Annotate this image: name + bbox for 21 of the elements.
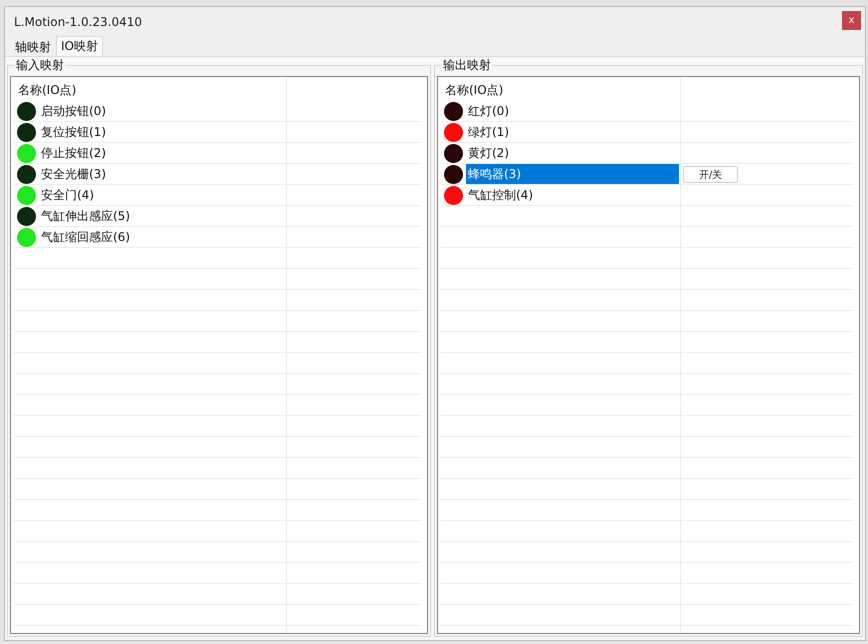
column-header: 名称(IO点) [17, 82, 76, 99]
toggle-button[interactable]: 开/关 [683, 166, 738, 183]
list-item[interactable]: 安全门(4) [39, 185, 285, 205]
tab[interactable]: 轴映射 [10, 38, 56, 56]
list-item[interactable]: 绿灯(1) [466, 122, 679, 142]
tab[interactable]: IO映射 [56, 36, 103, 56]
group-title: 输入映射 [15, 57, 65, 74]
column-header: 名称(IO点) [444, 82, 504, 99]
list-item[interactable]: 启动按钮(0) [39, 101, 285, 121]
list-item[interactable]: 停止按钮(2) [39, 143, 285, 163]
list-item[interactable]: 气缸缩回感应(6) [39, 227, 285, 247]
window-title: L.Motion-1.0.23.0410 [14, 14, 142, 28]
list-item[interactable]: 气缸伸出感应(5) [39, 206, 285, 226]
list-item[interactable]: 复位按钮(1) [39, 122, 285, 142]
list-item[interactable]: 蜂鸣器(3) [466, 164, 679, 184]
close-button[interactable]: x [842, 10, 861, 30]
list-item[interactable]: 黄灯(2) [466, 143, 679, 163]
list-item[interactable]: 气缸控制(4) [466, 185, 679, 205]
list-item[interactable]: 安全光栅(3) [39, 164, 285, 184]
list-item[interactable]: 红灯(0) [466, 101, 679, 121]
group-title: 输出映射 [442, 57, 492, 74]
